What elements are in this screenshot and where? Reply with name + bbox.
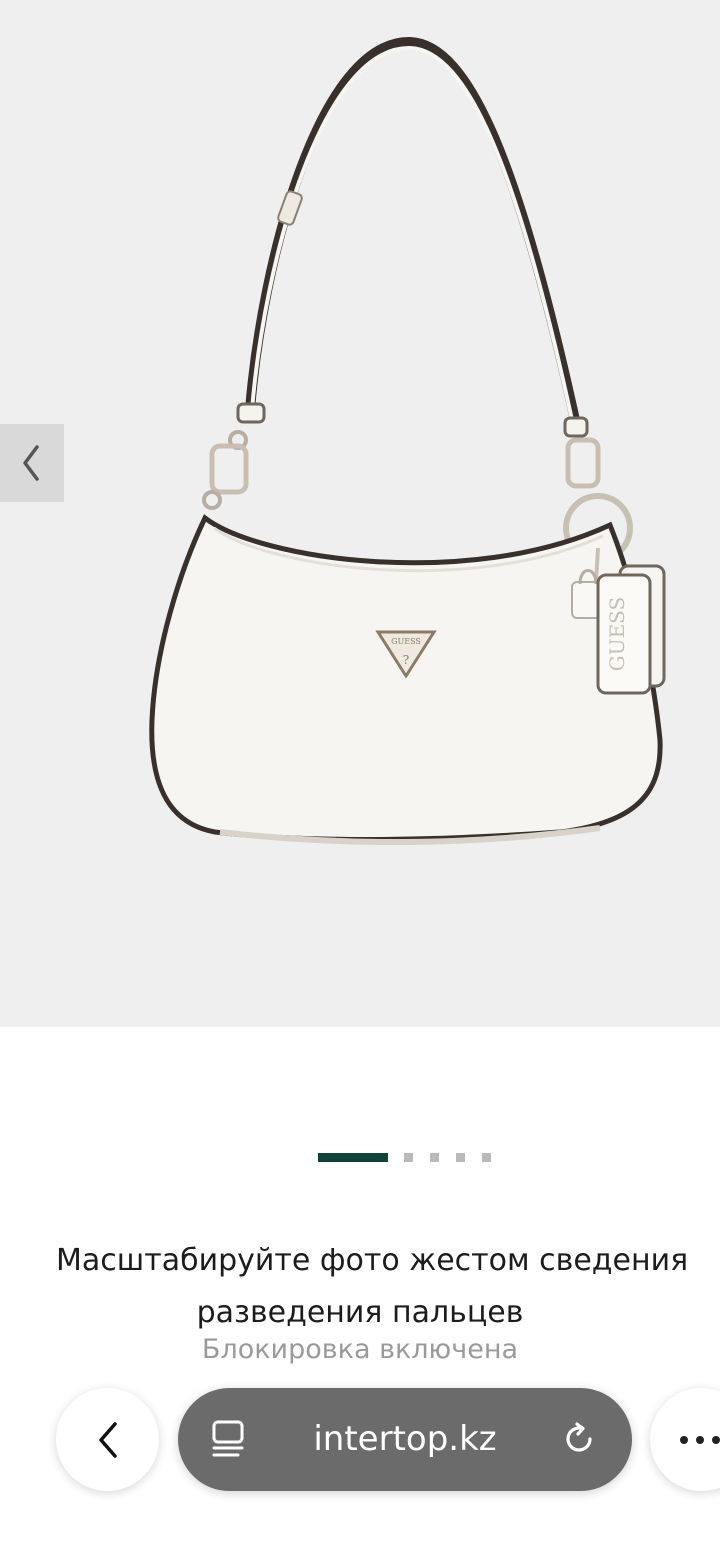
more-button[interactable]: [650, 1388, 720, 1491]
chevron-left-icon: [23, 445, 39, 481]
bag-tag-text: GUESS: [605, 597, 629, 671]
lock-status: Блокировка включена: [201, 1334, 519, 1365]
slide-dot-active[interactable]: [318, 1153, 388, 1162]
reload-icon[interactable]: [560, 1420, 598, 1458]
browser-toolbar: intertop.kz: [0, 1378, 720, 1558]
bag-logo: GUESS: [391, 637, 421, 646]
slide-dot[interactable]: [404, 1153, 413, 1162]
zoom-hint-line2: разведения пальцев: [196, 1295, 524, 1330]
previous-slide-button[interactable]: [0, 424, 64, 502]
chevron-left-icon: [98, 1421, 117, 1458]
slide-dot[interactable]: [430, 1153, 439, 1162]
product-gallery[interactable]: GUESS ? GUESS: [0, 0, 720, 1027]
svg-text:?: ?: [403, 653, 409, 667]
more-horizontal-icon: [680, 1436, 688, 1444]
slide-dot[interactable]: [482, 1153, 491, 1162]
slide-dot[interactable]: [456, 1153, 465, 1162]
tabs-icon[interactable]: [208, 1418, 248, 1460]
slide-indicator: [0, 1153, 720, 1163]
zoom-hint-line1: Масштабируйте фото жестом сведения: [56, 1243, 689, 1278]
address-bar[interactable]: intertop.kz: [178, 1388, 632, 1491]
product-image[interactable]: GUESS ? GUESS: [0, 0, 720, 1027]
url-text[interactable]: intertop.kz: [278, 1414, 532, 1464]
back-button[interactable]: [56, 1388, 159, 1491]
